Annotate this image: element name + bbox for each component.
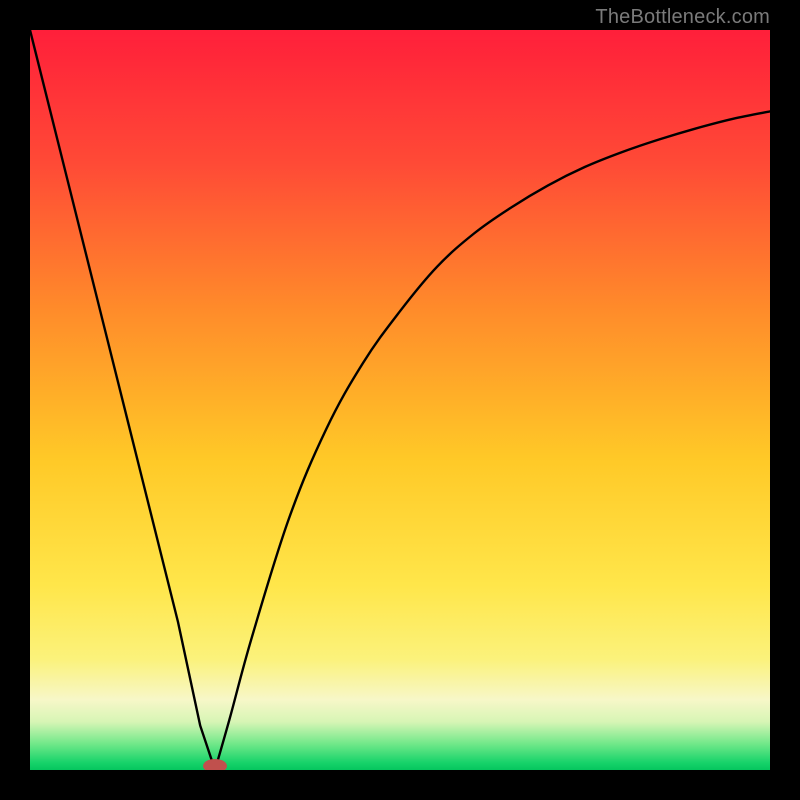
plot-area [30,30,770,770]
gradient-background [30,30,770,770]
outer-frame: TheBottleneck.com [0,0,800,800]
credit-watermark: TheBottleneck.com [595,6,770,29]
chart-svg [30,30,770,770]
